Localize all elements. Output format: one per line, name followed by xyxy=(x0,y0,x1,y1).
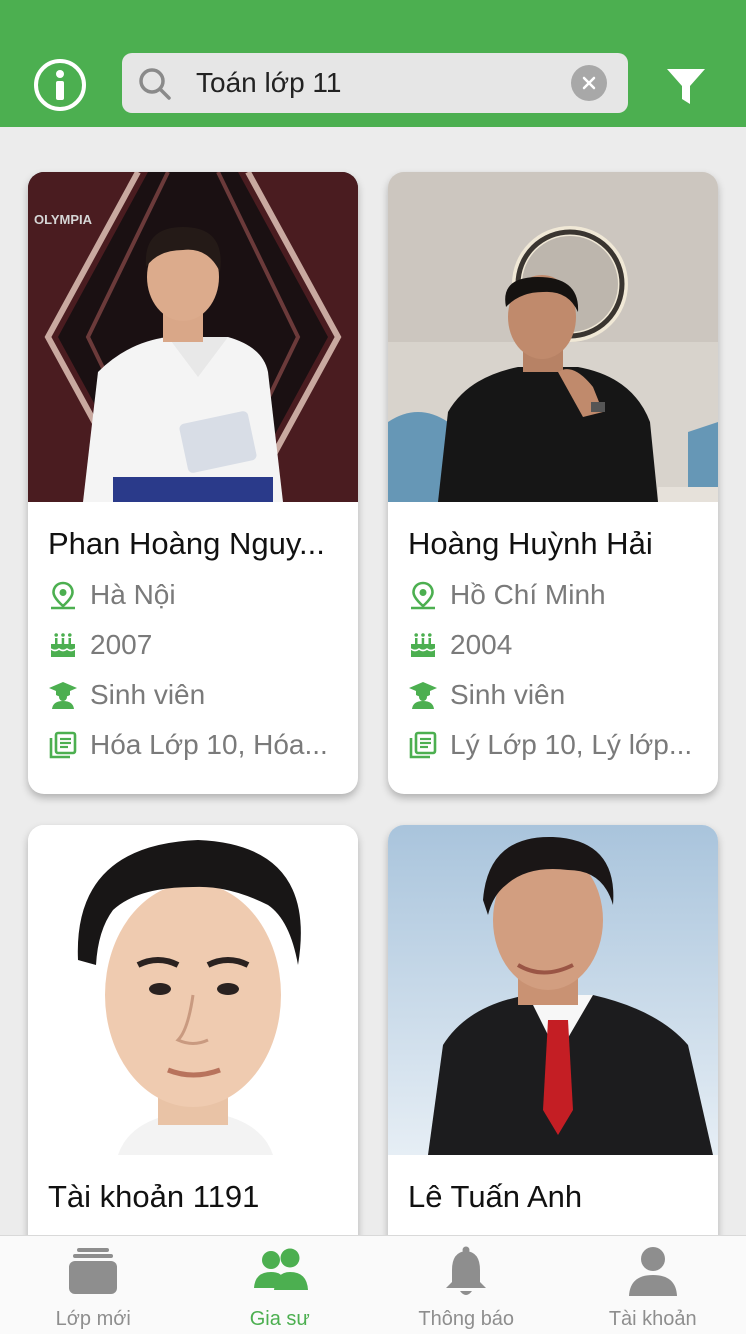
tutor-photo xyxy=(388,172,718,502)
tutor-card[interactable]: Hoàng Huỳnh Hải Hồ Chí Minh 2004 Sinh vi… xyxy=(388,172,718,794)
tutor-subjects: Lý Lớp 10, Lý lớp... xyxy=(408,720,718,770)
search-input[interactable] xyxy=(196,61,556,105)
search-icon xyxy=(139,68,171,100)
tutor-photo xyxy=(28,825,358,1155)
info-icon xyxy=(56,70,64,100)
tab-notifications[interactable]: Thông báo xyxy=(373,1236,560,1334)
tutor-card[interactable]: Lê Tuấn Anh xyxy=(388,825,718,1235)
tutor-photo: OLYMPIA xyxy=(28,172,358,502)
location-pin-icon xyxy=(51,581,75,610)
tutor-occupation: Sinh viên xyxy=(408,670,718,720)
svg-text:OLYMPIA: OLYMPIA xyxy=(34,212,93,227)
tutor-subjects: Hóa Lớp 10, Hóa... xyxy=(48,720,358,770)
tutor-name: Tài khoản 1191 xyxy=(48,1179,260,1214)
tutor-card[interactable]: Tài khoản 1191 xyxy=(28,825,358,1235)
tutor-birth-year: 2004 xyxy=(408,620,718,670)
subjects-list-icon xyxy=(409,731,437,759)
bottom-tab-bar: Lớp mới Gia sư Thông báo Tài khoản xyxy=(0,1235,746,1334)
people-icon xyxy=(253,1248,308,1290)
cake-icon xyxy=(50,633,76,657)
close-icon xyxy=(582,76,596,90)
graduate-icon xyxy=(49,682,77,709)
tutor-birth-year: 2007 xyxy=(48,620,358,670)
filter-icon[interactable] xyxy=(664,65,708,109)
cake-icon xyxy=(410,633,436,657)
tutor-location: Hà Nội xyxy=(48,570,358,620)
graduate-icon xyxy=(409,682,437,709)
tutor-name: Phan Hoàng Nguy... xyxy=(48,526,325,561)
app-header xyxy=(0,0,746,127)
tutor-name: Hoàng Huỳnh Hải xyxy=(408,526,653,561)
search-bar xyxy=(122,53,628,113)
cards-icon xyxy=(69,1248,118,1294)
tab-account[interactable]: Tài khoản xyxy=(560,1236,746,1334)
tutor-card[interactable]: OLYMPIA Phan Hoàng Nguy... Hà Nội 2007 S… xyxy=(28,172,358,794)
info-button[interactable] xyxy=(34,59,86,111)
location-pin-icon xyxy=(411,581,435,610)
tab-new-classes[interactable]: Lớp mới xyxy=(0,1236,187,1334)
person-icon xyxy=(628,1247,677,1296)
tutor-occupation: Sinh viên xyxy=(48,670,358,720)
tab-tutors[interactable]: Gia sư xyxy=(187,1236,374,1334)
tutor-grid: OLYMPIA Phan Hoàng Nguy... Hà Nội 2007 S… xyxy=(0,127,746,1235)
bell-icon xyxy=(446,1246,487,1295)
tutor-name: Lê Tuấn Anh xyxy=(408,1179,583,1214)
tutor-location: Hồ Chí Minh xyxy=(408,570,718,620)
subjects-list-icon xyxy=(49,731,77,759)
clear-search-button[interactable] xyxy=(571,65,607,101)
tutor-photo xyxy=(388,825,718,1155)
